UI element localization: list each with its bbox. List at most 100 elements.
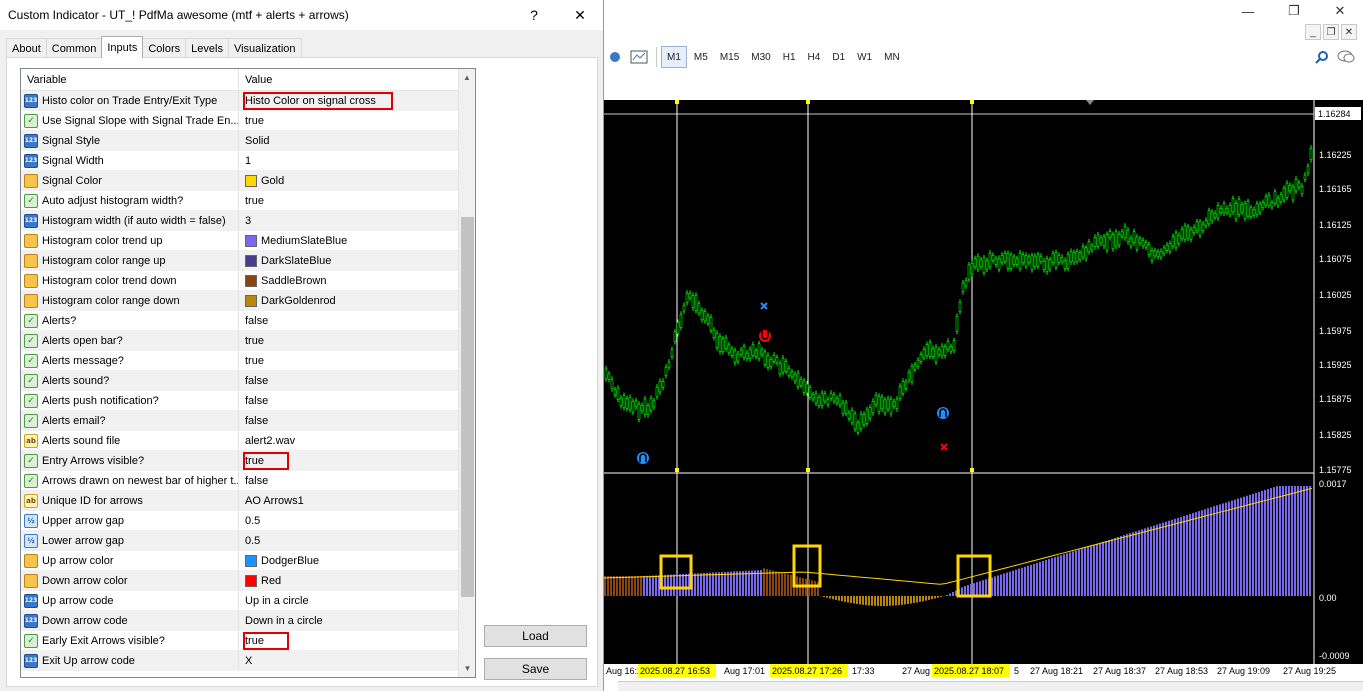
input-value-cell[interactable]: DarkGoldenrod — [239, 291, 458, 310]
input-row[interactable]: ✓ Alerts push notification? false — [21, 391, 458, 411]
input-value-box[interactable]: false — [243, 312, 272, 330]
input-row[interactable]: Histogram color range down DarkGoldenrod — [21, 291, 458, 311]
input-value-box[interactable]: true — [243, 352, 268, 370]
chart-horizontal-scrollbar[interactable] — [618, 681, 1363, 691]
input-value-box[interactable]: MediumSlateBlue — [243, 232, 351, 250]
timeframe-m5[interactable]: M5 — [689, 46, 713, 68]
input-value-box[interactable]: Solid — [243, 132, 273, 150]
help-button[interactable]: ? — [511, 0, 557, 30]
input-value-cell[interactable]: false — [239, 471, 458, 490]
tab-inputs[interactable]: Inputs — [101, 36, 144, 58]
input-row[interactable]: 123 Histogram width (if auto width = fals… — [21, 211, 458, 231]
input-row[interactable]: 123 Down arrow code Down in a circle — [21, 611, 458, 631]
input-value-box[interactable]: true — [243, 332, 268, 350]
timeframe-h1[interactable]: H1 — [778, 46, 801, 68]
input-row[interactable]: ✓ Alerts email? false — [21, 411, 458, 431]
input-value-box[interactable]: false — [243, 392, 272, 410]
input-value-cell[interactable]: true — [239, 111, 458, 130]
minimize-button[interactable]: — — [1225, 0, 1271, 22]
input-value-cell[interactable]: false — [239, 311, 458, 330]
input-row[interactable]: ab Unique ID for arrows AO Arrows1 — [21, 491, 458, 511]
chart-close-button[interactable]: ✕ — [1341, 24, 1357, 40]
close-button[interactable]: ✕ — [1317, 0, 1363, 22]
save-button[interactable]: Save — [484, 658, 587, 680]
input-value-box[interactable]: DodgerBlue — [243, 552, 323, 570]
input-row[interactable]: 123 Up arrow code Up in a circle — [21, 591, 458, 611]
input-value-box[interactable]: 1 — [243, 152, 255, 170]
grid-vertical-scrollbar[interactable]: ▲ ▼ — [458, 69, 475, 677]
input-value-box[interactable]: X — [243, 652, 256, 670]
search-icon[interactable] — [1311, 46, 1333, 68]
timeframe-mn[interactable]: MN — [879, 46, 905, 68]
input-value-cell[interactable]: 0.5 — [239, 531, 458, 550]
tab-colors[interactable]: Colors — [142, 38, 187, 58]
chart-type-icon[interactable] — [604, 46, 626, 68]
input-value-cell[interactable]: Red — [239, 571, 458, 590]
input-value-cell[interactable]: AO Arrows1 — [239, 491, 458, 510]
load-button[interactable]: Load — [484, 625, 587, 647]
price-chart[interactable]: 1.16284 1.16225 1.16165 1.16125 1.16075 1.160… — [604, 100, 1363, 666]
input-value-cell[interactable]: DodgerBlue — [239, 551, 458, 570]
input-row[interactable]: Signal Color Gold — [21, 171, 458, 191]
input-value-cell[interactable]: Up in a circle — [239, 591, 458, 610]
input-value-box[interactable]: DarkGoldenrod — [243, 292, 340, 310]
input-row[interactable]: Up arrow color DodgerBlue — [21, 551, 458, 571]
input-value-box[interactable]: 0.5 — [243, 512, 264, 530]
chart-minimize-button[interactable]: _ — [1305, 24, 1321, 40]
input-row[interactable]: 123 Histo color on Trade Entry/Exit Type H… — [21, 91, 458, 111]
input-value-cell[interactable]: SaddleBrown — [239, 271, 458, 290]
input-value-cell[interactable]: false — [239, 411, 458, 430]
timeframe-m30[interactable]: M30 — [746, 46, 775, 68]
input-row[interactable]: ✓ Use Signal Slope with Signal Trade En..… — [21, 111, 458, 131]
input-row[interactable]: Histogram color trend up MediumSlateBlue — [21, 231, 458, 251]
input-value-box[interactable]: false — [243, 472, 272, 490]
input-row[interactable]: 123 Signal Style Solid — [21, 131, 458, 151]
input-value-box[interactable]: true — [243, 112, 268, 130]
timeframe-h4[interactable]: H4 — [803, 46, 826, 68]
scroll-thumb[interactable] — [461, 217, 474, 597]
input-value-cell[interactable]: false — [239, 371, 458, 390]
timeframe-d1[interactable]: D1 — [827, 46, 850, 68]
input-value-box[interactable]: 3 — [243, 212, 255, 230]
input-value-cell[interactable]: alert2.wav — [239, 431, 458, 450]
input-value-cell[interactable]: Gold — [239, 171, 458, 190]
input-row[interactable]: ✓ Auto adjust histogram width? true — [21, 191, 458, 211]
input-row[interactable]: 123 Exit Up arrow code X — [21, 651, 458, 671]
input-row[interactable]: 123 Signal Width 1 — [21, 151, 458, 171]
input-value-box[interactable]: SaddleBrown — [243, 272, 330, 290]
input-value-box[interactable]: AO Arrows1 — [243, 492, 308, 510]
tab-levels[interactable]: Levels — [185, 38, 229, 58]
input-value-box[interactable]: DarkSlateBlue — [243, 252, 335, 270]
input-value-box[interactable]: true — [243, 631, 289, 650]
tab-about[interactable]: About — [6, 38, 47, 58]
input-value-cell[interactable]: Down in a circle — [239, 611, 458, 630]
tab-common[interactable]: Common — [45, 38, 103, 58]
scroll-down-arrow-icon[interactable]: ▼ — [459, 660, 475, 677]
input-value-box[interactable]: 0.5 — [243, 532, 264, 550]
input-value-cell[interactable]: 0.5 — [239, 511, 458, 530]
input-value-cell[interactable]: true — [239, 351, 458, 370]
input-value-cell[interactable]: Solid — [239, 131, 458, 150]
input-value-cell[interactable]: true — [239, 191, 458, 210]
input-value-cell[interactable]: 3 — [239, 211, 458, 230]
input-row[interactable]: ab Alerts sound file alert2.wav — [21, 431, 458, 451]
input-value-cell[interactable]: true — [239, 331, 458, 350]
chart-restore-button[interactable]: ❐ — [1323, 24, 1339, 40]
input-value-box[interactable]: false — [243, 412, 272, 430]
tab-visualization[interactable]: Visualization — [227, 38, 302, 58]
input-row[interactable]: ½ Upper arrow gap 0.5 — [21, 511, 458, 531]
scroll-up-arrow-icon[interactable]: ▲ — [459, 69, 475, 86]
input-value-box[interactable]: Gold — [243, 172, 288, 190]
column-variable-header[interactable]: Variable — [21, 69, 239, 90]
input-value-cell[interactable]: false — [239, 391, 458, 410]
input-row[interactable]: ✓ Early Exit Arrows visible? true — [21, 631, 458, 651]
dialog-close-button[interactable]: ✕ — [557, 0, 603, 30]
chat-icon[interactable] — [1335, 46, 1357, 68]
input-row[interactable]: ✓ Alerts sound? false — [21, 371, 458, 391]
input-row[interactable]: ✓ Entry Arrows visible? true — [21, 451, 458, 471]
input-row[interactable]: ✓ Alerts message? true — [21, 351, 458, 371]
input-value-cell[interactable]: DarkSlateBlue — [239, 251, 458, 270]
input-row[interactable]: Down arrow color Red — [21, 571, 458, 591]
column-value-header[interactable]: Value — [239, 69, 475, 90]
input-value-box[interactable]: Red — [243, 572, 285, 590]
